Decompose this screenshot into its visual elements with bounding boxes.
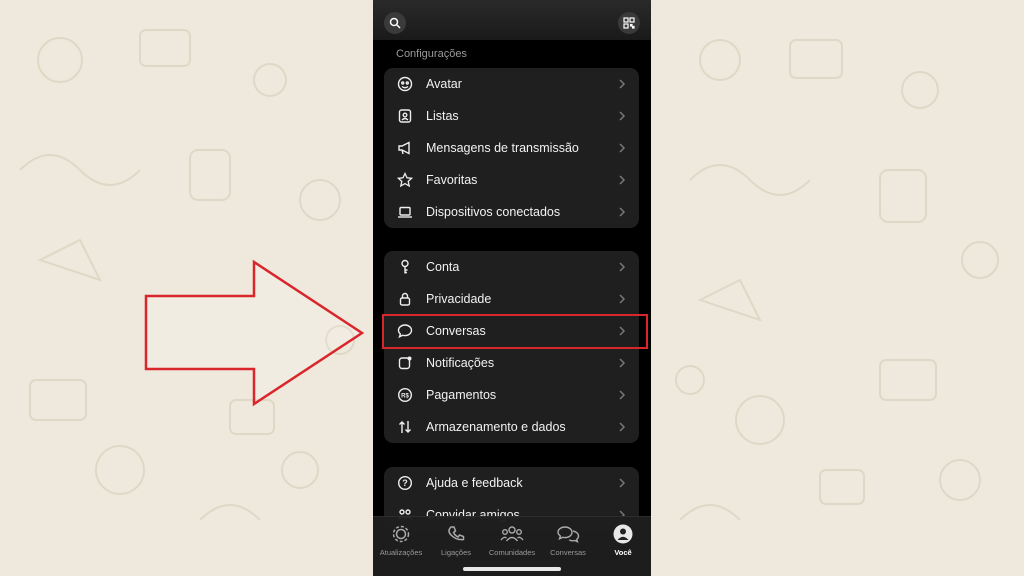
pointer-arrow [144,259,365,407]
